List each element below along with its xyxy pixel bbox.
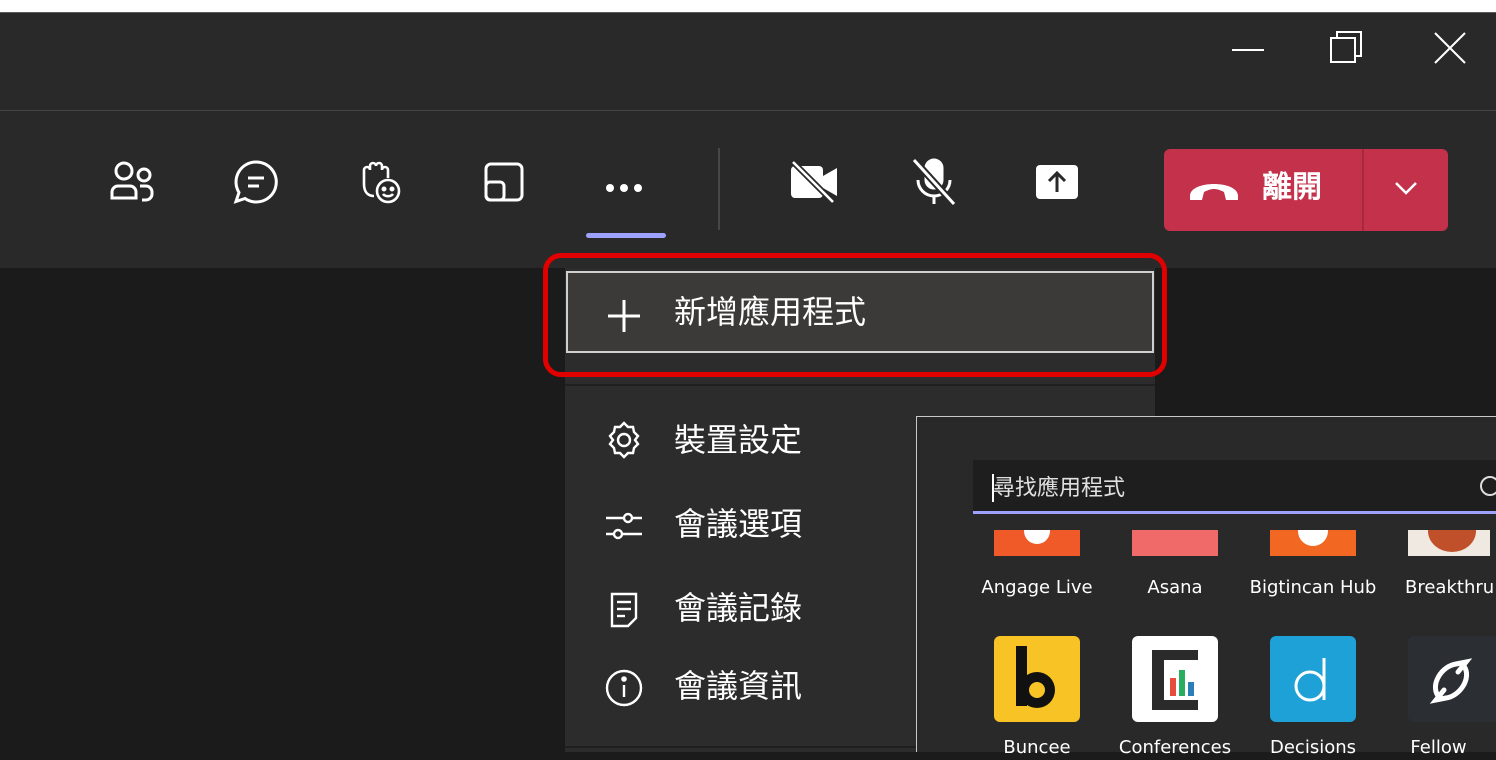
- close-icon: [1434, 32, 1466, 64]
- app-label: Decisions: [1269, 737, 1356, 758]
- menu-item-label: 會議記錄: [674, 589, 803, 627]
- app-tile-buncee[interactable]: [994, 636, 1080, 722]
- app-label: Angage Live: [981, 577, 1093, 598]
- title-bar: [0, 12, 1496, 111]
- highlight-annotation: [543, 253, 1167, 377]
- reactions-button[interactable]: [356, 158, 404, 206]
- camera-button[interactable]: [789, 158, 837, 206]
- app-label: Conferences: [1118, 737, 1232, 758]
- app-tile-bigtincan-hub[interactable]: [1270, 530, 1356, 556]
- chat-button[interactable]: [232, 158, 280, 206]
- chat-icon: [233, 160, 278, 204]
- menu-item-label: 會議選項: [674, 505, 803, 543]
- app-label: Breakthru: [1405, 577, 1495, 598]
- app-label: Fellow: [1410, 737, 1467, 758]
- people-icon: [110, 161, 154, 202]
- more-icon: [606, 184, 642, 192]
- top-border: [0, 0, 1496, 12]
- app-tile-angage-live[interactable]: [994, 530, 1080, 556]
- phone-hangup-icon: [1190, 184, 1238, 200]
- people-button[interactable]: [108, 158, 156, 206]
- app-tile-conferences[interactable]: [1132, 636, 1218, 722]
- info-icon: [605, 669, 643, 707]
- decisions-logo-icon: [1294, 658, 1326, 702]
- menu-item-label: 裝置設定: [674, 421, 803, 459]
- close-window-button[interactable]: [1430, 28, 1470, 68]
- menu-separator: [565, 384, 1155, 386]
- app-tile-breakthru[interactable]: [1408, 530, 1490, 556]
- breakout-rooms-icon: [484, 162, 524, 202]
- maximize-icon: [1330, 31, 1362, 63]
- rooms-button[interactable]: [480, 158, 528, 206]
- chevron-down-icon: [1395, 182, 1417, 195]
- app-tile-decisions[interactable]: [1270, 636, 1356, 722]
- app-label: Buncee: [1003, 737, 1071, 758]
- app-tile-asana[interactable]: [1132, 530, 1218, 556]
- mic-button[interactable]: [910, 157, 958, 207]
- toolbar-divider: [718, 148, 720, 230]
- buncee-logo-icon: [1016, 646, 1055, 708]
- share-button[interactable]: [1033, 158, 1081, 206]
- minimize-button[interactable]: [1228, 28, 1268, 68]
- more-button[interactable]: [600, 158, 648, 206]
- more-active-indicator: [586, 233, 666, 238]
- share-icon: [1036, 165, 1078, 199]
- mic-off-icon: [911, 157, 957, 207]
- leave-label: 離開: [1262, 170, 1322, 205]
- app-label: Bigtincan Hub: [1249, 577, 1377, 598]
- menu-item-label: 會議資訊: [674, 667, 803, 705]
- fellow-logo-icon: [1429, 658, 1473, 704]
- search-icon[interactable]: [1476, 474, 1496, 500]
- text-caret: [992, 474, 994, 502]
- raise-hand-icon: [362, 161, 401, 204]
- gear-icon: [608, 421, 640, 459]
- notes-icon: [610, 592, 638, 628]
- app-search-input[interactable]: [991, 468, 1455, 508]
- menu-separator: [565, 746, 917, 748]
- minimize-icon: [1232, 49, 1264, 51]
- leave-options-button[interactable]: [1364, 149, 1448, 231]
- app-tile-fellow[interactable]: [1408, 636, 1496, 722]
- conferences-logo-icon: [1152, 650, 1198, 710]
- camera-off-icon: [790, 159, 837, 205]
- app-label: Asana: [1147, 577, 1203, 598]
- maximize-button[interactable]: [1326, 28, 1366, 68]
- sliders-icon: [606, 512, 642, 540]
